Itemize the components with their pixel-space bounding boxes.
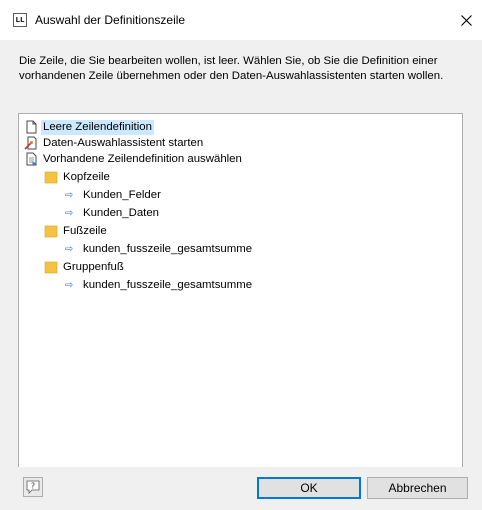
definition-tree[interactable]: Leere Zeilendefinition Daten-Auswahlassi… (18, 113, 463, 499)
folder-icon (44, 170, 58, 184)
cancel-button[interactable]: Abbrechen (367, 477, 468, 499)
description-text: Die Zeile, die Sie bearbeiten wollen, is… (19, 55, 444, 82)
tree-item-label: Leere Zeilendefinition (41, 119, 154, 135)
arrow-link-icon: ⇨ (64, 243, 74, 255)
window-title: Auswahl der Definitionszeile (35, 13, 186, 27)
arrow-link-icon: ⇨ (64, 189, 74, 201)
close-button[interactable] (450, 4, 482, 36)
help-button[interactable]: ? (23, 477, 43, 497)
folder-icon (44, 260, 58, 274)
tree-item-kunden-felder[interactable]: ⇨ Kunden_Felder (61, 187, 163, 203)
tree-item-kunden-daten[interactable]: ⇨ Kunden_Daten (61, 205, 161, 221)
tree-item-label: Kopfzeile (63, 170, 110, 183)
tree-item-gruppenfuss[interactable]: Gruppenfuß (44, 259, 126, 275)
arrow-link-icon: ⇨ (64, 207, 74, 219)
tree-item-fusszeile[interactable]: Fußzeile (44, 223, 109, 239)
svg-text:?: ? (31, 482, 35, 491)
tree-item-label: kunden_fusszeile_gesamtsumme (83, 278, 253, 291)
tree-item-data-wizard[interactable]: Daten-Auswahlassistent starten (24, 135, 205, 151)
tree-item-label: Kunden_Daten (83, 206, 160, 219)
app-icon: LL (13, 13, 27, 27)
dialog-content: Die Zeile, die Sie bearbeiten wollen, is… (0, 40, 482, 510)
document-select-icon (24, 152, 38, 166)
wizard-document-icon (24, 136, 38, 150)
title-bar: LL Auswahl der Definitionszeile (0, 0, 482, 40)
help-icon: ? (26, 480, 40, 494)
tree-item-gruppenfuss-gesamtsumme[interactable]: ⇨ kunden_fusszeile_gesamtsumme (61, 277, 254, 293)
tree-item-label: Fußzeile (63, 224, 107, 237)
tree-item-label: Kunden_Felder (83, 188, 161, 201)
close-icon (460, 14, 472, 26)
tree-item-select-existing[interactable]: Vorhandene Zeilendefinition auswählen (24, 151, 244, 167)
blank-document-icon (24, 120, 38, 134)
tree-item-empty-definition[interactable]: Leere Zeilendefinition (24, 119, 154, 135)
tree-item-label: Daten-Auswahlassistent starten (43, 136, 204, 149)
folder-icon (44, 224, 58, 238)
ok-button[interactable]: OK (257, 477, 361, 499)
tree-item-label: kunden_fusszeile_gesamtsumme (83, 242, 253, 255)
button-bar: ? OK Abbrechen (0, 467, 482, 510)
tree-item-label: Gruppenfuß (63, 260, 124, 273)
tree-item-kopfzeile[interactable]: Kopfzeile (44, 169, 112, 185)
tree-item-fusszeile-gesamtsumme[interactable]: ⇨ kunden_fusszeile_gesamtsumme (61, 241, 254, 257)
tree-item-label: Vorhandene Zeilendefinition auswählen (43, 152, 242, 165)
arrow-link-icon: ⇨ (64, 279, 74, 291)
